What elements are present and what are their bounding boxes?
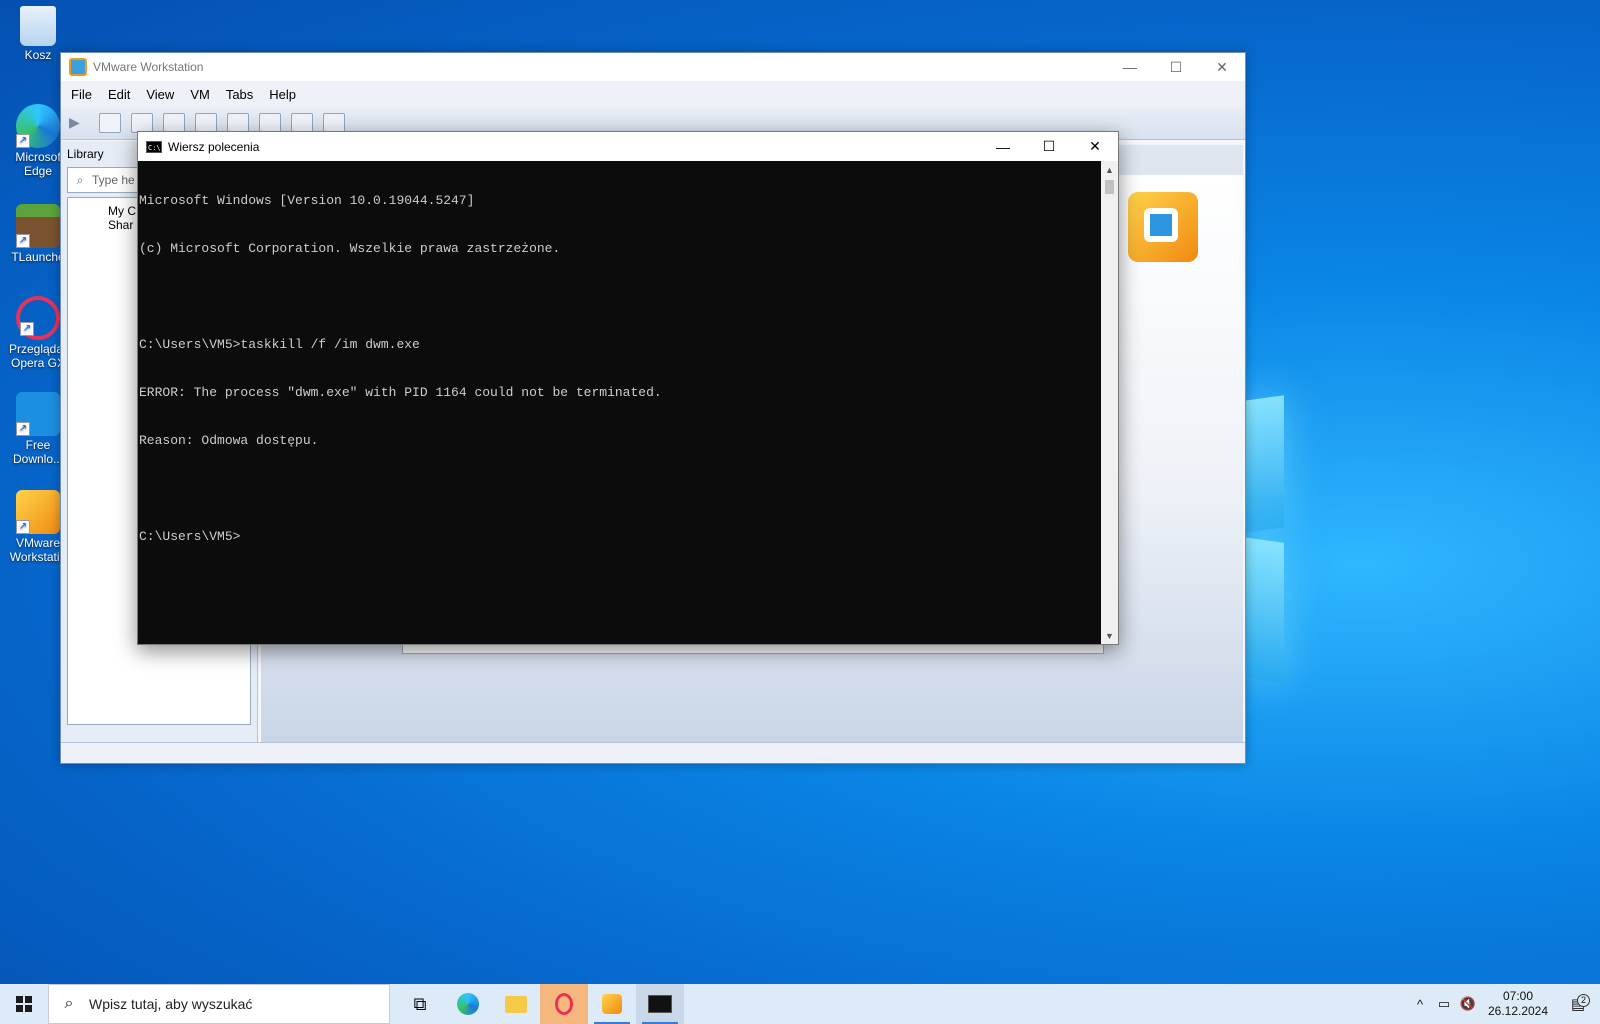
taskbar-opera-gx[interactable] [540, 984, 588, 1024]
vmware-icon [602, 994, 622, 1014]
free-download-manager-icon: ↗ [16, 392, 60, 436]
cmd-titlebar[interactable]: C:\ Wiersz polecenia — ☐ ✕ [138, 132, 1118, 161]
vmware-menubar: File Edit View VM Tabs Help [61, 81, 1245, 107]
network-icon[interactable]: ▭ [1432, 996, 1456, 1012]
scrollbar-thumb[interactable] [1105, 180, 1114, 194]
console-line: ERROR: The process "dwm.exe" with PID 11… [139, 385, 662, 400]
start-button[interactable] [0, 984, 48, 1024]
vmware-logo-icon [1128, 192, 1198, 262]
toolbar-button[interactable] [131, 113, 153, 133]
console-line: Microsoft Windows [Version 10.0.19044.52… [139, 193, 475, 208]
toolbar-button[interactable] [163, 113, 185, 133]
cmd-scrollbar[interactable]: ▲ ▼ [1101, 161, 1118, 644]
toolbar-button[interactable] [99, 113, 121, 133]
task-view-button[interactable]: ⧉ [396, 984, 444, 1024]
cmd-title: Wiersz polecenia [168, 139, 260, 154]
vmware-statusbar [61, 742, 1245, 763]
tlauncher-icon: ↗ [16, 204, 60, 248]
menu-vm[interactable]: VM [190, 87, 210, 102]
cmd-window[interactable]: C:\ Wiersz polecenia — ☐ ✕ Microsoft Win… [137, 131, 1119, 645]
taskbar: ⌕ Wpisz tutaj, aby wyszukać ⧉ ^ ▭ 🔇 07:0… [0, 984, 1600, 1024]
file-explorer-icon [505, 995, 527, 1013]
menu-file[interactable]: File [71, 87, 92, 102]
menu-edit[interactable]: Edit [108, 87, 130, 102]
taskbar-edge[interactable] [444, 984, 492, 1024]
clock[interactable]: 07:00 26.12.2024 [1480, 989, 1556, 1019]
console-line: Reason: Odmowa dostępu. [139, 433, 319, 448]
console-line: (c) Microsoft Corporation. Wszelkie praw… [139, 241, 561, 256]
notification-count: 2 [1577, 994, 1590, 1007]
menu-help[interactable]: Help [269, 87, 296, 102]
cmd-close-button[interactable]: ✕ [1072, 133, 1118, 161]
cmd-icon [648, 995, 672, 1013]
cmd-maximize-button[interactable]: ☐ [1026, 133, 1072, 161]
windows-wallpaper-logo [1244, 388, 1284, 688]
notification-center-button[interactable]: ▤ 2 [1556, 994, 1600, 1013]
toolbar-button[interactable] [227, 113, 249, 133]
maximize-button[interactable]: ☐ [1153, 53, 1199, 81]
toolbar-button[interactable] [291, 113, 313, 133]
clock-date: 26.12.2024 [1487, 1004, 1549, 1018]
menu-view[interactable]: View [146, 87, 174, 102]
taskbar-cmd[interactable] [636, 984, 684, 1024]
taskbar-search-input[interactable]: ⌕ Wpisz tutaj, aby wyszukać [48, 984, 390, 1024]
opera-gx-icon: ↗ [16, 296, 60, 340]
vmware-icon [69, 58, 87, 76]
clock-time: 07:00 [1502, 989, 1534, 1003]
cmd-minimize-button[interactable]: — [980, 133, 1026, 161]
taskbar-apps: ⧉ [396, 984, 684, 1024]
library-search-placeholder: Type he [92, 173, 135, 187]
scroll-down-icon[interactable]: ▼ [1101, 627, 1118, 644]
cmd-icon: C:\ [146, 140, 162, 153]
windows-start-icon [16, 996, 32, 1012]
recycle-bin-icon [20, 6, 56, 46]
taskbar-search-placeholder: Wpisz tutaj, aby wyszukać [89, 996, 253, 1012]
edge-icon [457, 993, 479, 1015]
toolbar-button[interactable] [323, 113, 345, 133]
edge-icon: ↗ [16, 104, 60, 148]
toolbar-button[interactable] [195, 113, 217, 133]
close-button[interactable]: ✕ [1199, 53, 1245, 81]
task-view-icon: ⧉ [413, 993, 427, 1014]
power-on-icon[interactable]: ▶ [69, 114, 89, 132]
cmd-console[interactable]: Microsoft Windows [Version 10.0.19044.52… [138, 161, 1101, 644]
taskbar-vmware[interactable] [588, 984, 636, 1024]
taskbar-file-explorer[interactable] [492, 984, 540, 1024]
vmware-title: VMware Workstation [93, 60, 204, 74]
menu-tabs[interactable]: Tabs [226, 87, 253, 102]
system-tray: ^ ▭ 🔇 07:00 26.12.2024 ▤ 2 [1408, 984, 1600, 1024]
opera-gx-icon [555, 993, 573, 1015]
volume-muted-icon[interactable]: 🔇 [1456, 996, 1480, 1012]
search-icon: ⌕ [64, 995, 74, 1012]
scroll-up-icon[interactable]: ▲ [1101, 161, 1118, 178]
toolbar-button[interactable] [259, 113, 281, 133]
minimize-button[interactable]: — [1107, 53, 1153, 81]
console-prompt: C:\Users\VM5> [139, 529, 241, 544]
vmware-titlebar[interactable]: VMware Workstation — ☐ ✕ [61, 53, 1245, 81]
search-icon: ⌕ [76, 172, 84, 187]
chevron-up-icon[interactable]: ^ [1408, 997, 1432, 1012]
console-line: C:\Users\VM5>taskkill /f /im dwm.exe [139, 337, 420, 352]
vmware-icon: ↗ [16, 490, 60, 534]
